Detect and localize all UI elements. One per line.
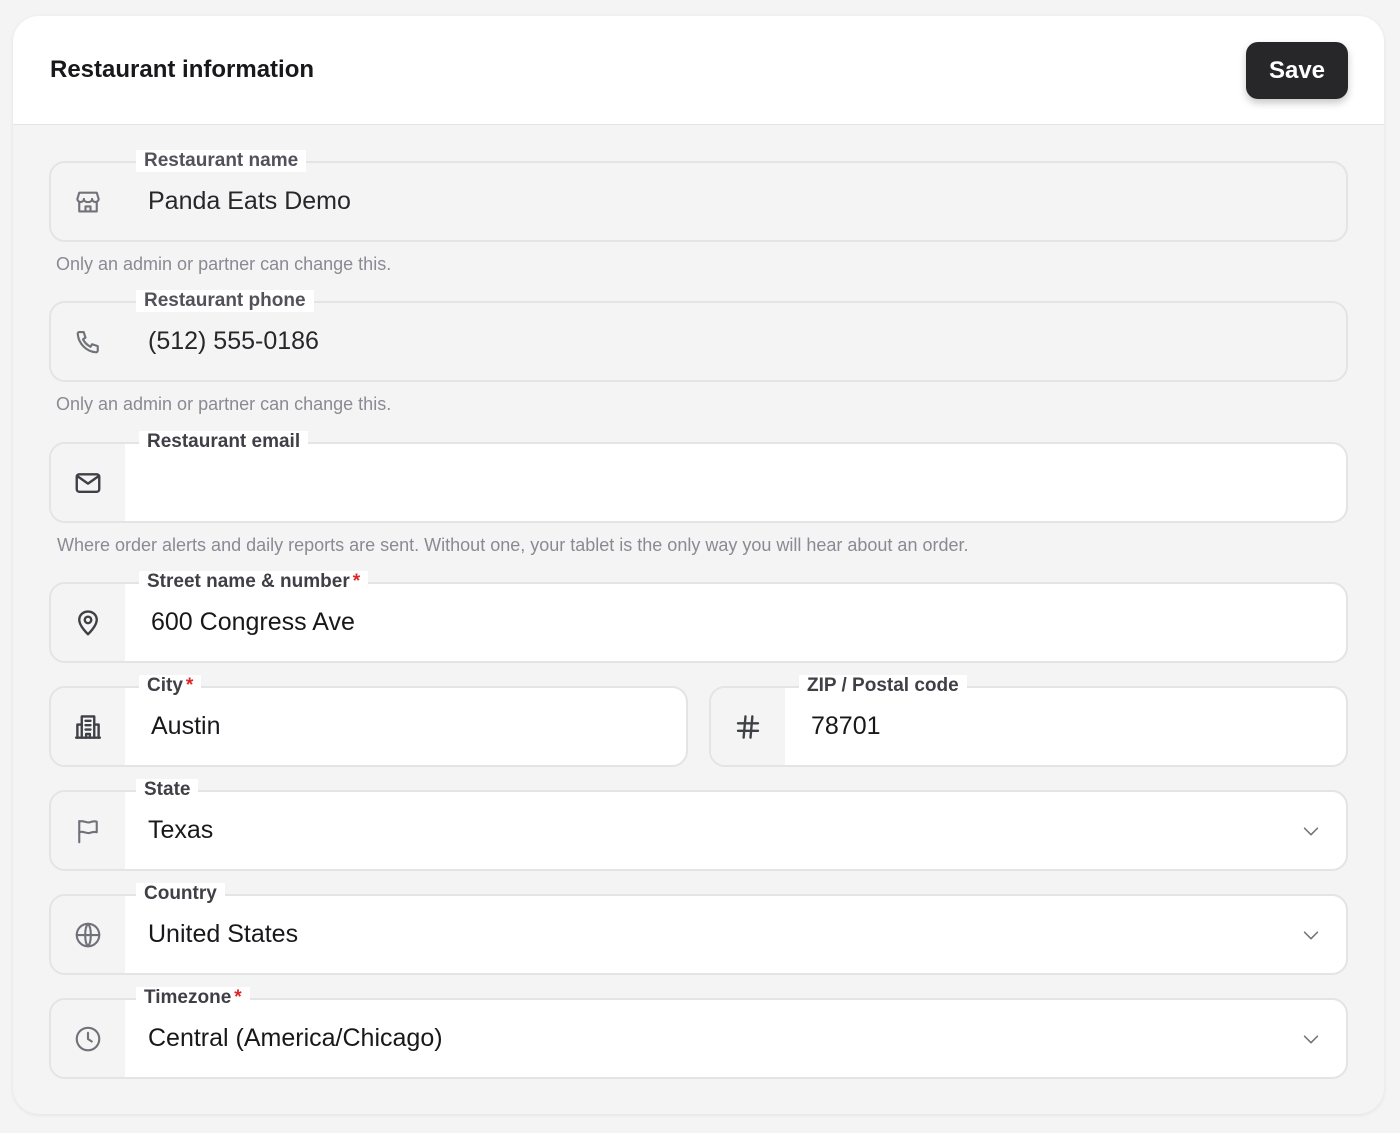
- street-label: Street name & number *: [139, 571, 369, 593]
- restaurant-phone-field[interactable]: Restaurant phone (512) 555-0186: [49, 290, 1348, 382]
- restaurant-phone-label: Restaurant phone: [136, 290, 314, 312]
- restaurant-name-field[interactable]: Restaurant name Panda Eats Demo: [49, 150, 1348, 242]
- timezone-select[interactable]: Timezone * Central (America/Chicago): [49, 987, 1348, 1079]
- restaurant-email-label: Restaurant email: [139, 431, 309, 453]
- clock-icon: [51, 1000, 125, 1077]
- state-select[interactable]: State Texas: [49, 779, 1348, 871]
- page-title: Restaurant information: [50, 56, 315, 83]
- city-label-text: City: [147, 675, 183, 696]
- map-pin-icon: [51, 584, 125, 661]
- save-button[interactable]: Save: [1246, 42, 1348, 99]
- street-field[interactable]: Street name & number * 600 Congress Ave: [49, 571, 1348, 663]
- restaurant-email-field[interactable]: Restaurant email: [49, 431, 1348, 523]
- globe-icon: [51, 896, 125, 973]
- timezone-label: Timezone *: [136, 987, 250, 1009]
- storefront-icon: [51, 163, 125, 240]
- chevron-down-icon[interactable]: [1300, 820, 1322, 842]
- street-label-text: Street name & number: [147, 571, 350, 592]
- restaurant-name-label: Restaurant name: [136, 150, 307, 172]
- city-field[interactable]: City * Austin: [49, 675, 688, 767]
- restaurant-phone-help: Only an admin or partner can change this…: [56, 394, 392, 414]
- mail-icon: [51, 444, 125, 521]
- country-value: United States: [148, 920, 299, 948]
- chevron-down-icon[interactable]: [1300, 924, 1322, 946]
- city-value: Austin: [151, 712, 221, 740]
- state-label: State: [136, 779, 199, 801]
- street-value: 600 Congress Ave: [151, 608, 355, 636]
- zip-value: 78701: [811, 712, 881, 740]
- restaurant-name-value: Panda Eats Demo: [148, 187, 351, 215]
- required-mark: *: [234, 987, 242, 1008]
- zip-label: ZIP / Postal code: [799, 675, 967, 697]
- city-label: City *: [139, 675, 202, 697]
- zip-field[interactable]: ZIP / Postal code 78701: [709, 675, 1348, 767]
- flag-icon: [51, 792, 125, 869]
- phone-icon: [51, 303, 125, 380]
- timezone-label-text: Timezone: [144, 987, 232, 1008]
- required-mark: *: [185, 675, 194, 696]
- country-label: Country: [136, 883, 225, 905]
- card-header: Restaurant information Save: [13, 16, 1384, 125]
- restaurant-email-help: Where order alerts and daily reports are…: [57, 535, 969, 555]
- country-select[interactable]: Country United States: [49, 883, 1348, 975]
- restaurant-phone-value: (512) 555-0186: [148, 327, 319, 355]
- building-icon: [51, 688, 125, 765]
- required-mark: *: [352, 571, 361, 592]
- restaurant-info-card: Restaurant information Save Restaurant n…: [13, 16, 1384, 1114]
- restaurant-name-help: Only an admin or partner can change this…: [56, 254, 392, 274]
- state-value: Texas: [148, 816, 214, 844]
- timezone-value: Central (America/Chicago): [148, 1024, 443, 1052]
- hash-icon: [711, 688, 785, 765]
- chevron-down-icon[interactable]: [1300, 1028, 1322, 1050]
